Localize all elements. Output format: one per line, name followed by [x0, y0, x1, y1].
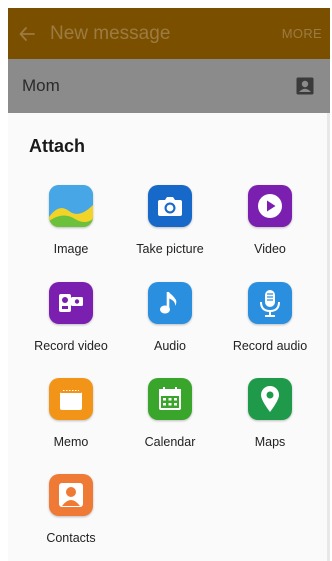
item-label: Audio — [154, 339, 186, 353]
microphone-icon — [248, 282, 292, 324]
recipient-field[interactable]: Mom — [22, 76, 296, 96]
item-label: Memo — [53, 435, 89, 449]
sheet-title: Attach — [29, 136, 86, 156]
attach-record-audio-button[interactable]: Record audio — [220, 282, 320, 372]
memo-icon — [49, 378, 93, 420]
attach-take-picture-button[interactable]: Take picture — [120, 185, 220, 275]
item-label: Record audio — [232, 339, 308, 353]
recipient-bar: Mom — [8, 59, 330, 113]
attach-video-button[interactable]: Video — [220, 185, 320, 275]
contact-icon — [49, 474, 93, 516]
item-label: Calendar — [144, 435, 196, 449]
image-icon — [49, 185, 93, 227]
contact-picker-icon[interactable] — [296, 77, 314, 95]
item-label: Take picture — [136, 242, 204, 256]
back-arrow-icon[interactable] — [8, 8, 46, 59]
app-bar: New message MORE — [8, 8, 330, 59]
attach-maps-button[interactable]: Maps — [220, 378, 320, 468]
attach-sheet: Attach Image Take picture Video Record v… — [8, 113, 330, 561]
map-pin-icon — [248, 378, 292, 420]
item-label: Video — [254, 242, 286, 256]
item-label: Image — [53, 242, 89, 256]
item-label: Record video — [34, 339, 108, 353]
attach-contacts-button[interactable]: Contacts — [21, 474, 121, 561]
attach-calendar-button[interactable]: Calendar — [120, 378, 220, 468]
attach-record-video-button[interactable]: Record video — [21, 282, 121, 372]
video-icon — [248, 185, 292, 227]
attach-image-button[interactable]: Image — [21, 185, 121, 275]
sheet-scrollbar — [327, 113, 330, 561]
camera-icon — [148, 185, 192, 227]
calendar-icon — [148, 378, 192, 420]
item-label: Maps — [254, 435, 286, 449]
attach-memo-button[interactable]: Memo — [21, 378, 121, 468]
page-title: New message — [50, 22, 171, 44]
music-note-icon — [148, 282, 192, 324]
item-label: Contacts — [46, 531, 96, 545]
attach-audio-button[interactable]: Audio — [120, 282, 220, 372]
screen: New message MORE Mom Attach Image Take p… — [8, 8, 330, 561]
record-video-icon — [49, 282, 93, 324]
more-button[interactable]: MORE — [282, 26, 322, 41]
